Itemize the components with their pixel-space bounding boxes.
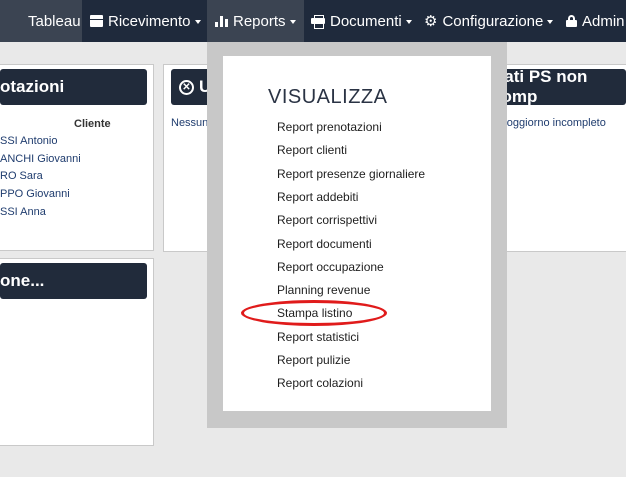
- nav-reports-label: Reports: [233, 12, 286, 30]
- menu-item-report-prenotazioni[interactable]: Report prenotazioni: [277, 120, 382, 134]
- cliente-row[interactable]: ANCHI Giovanni: [0, 153, 81, 165]
- chevron-down-icon: [405, 20, 412, 24]
- lock-icon: [566, 15, 577, 27]
- chevron-down-icon: [547, 20, 554, 24]
- menu-item-report-colazioni[interactable]: Report colazioni: [277, 376, 363, 390]
- nav-admin-label: Admin: [582, 12, 625, 30]
- bar-chart-icon: [215, 15, 228, 27]
- nav-documenti[interactable]: Documenti: [311, 0, 412, 42]
- panel-lower-header: one...: [0, 263, 147, 299]
- nav-ricevimento[interactable]: Ricevimento: [90, 0, 201, 42]
- chevron-down-icon: [194, 20, 201, 24]
- panel-dati-ps-title: Dati PS non comp: [492, 67, 588, 106]
- menu-item-report-corrispettivi[interactable]: Report corrispettivi: [277, 213, 377, 227]
- menu-item-report-pulizie[interactable]: Report pulizie: [277, 353, 350, 367]
- cliente-row[interactable]: PPO Giovanni: [0, 188, 70, 200]
- nav-configurazione[interactable]: ⚙ Configurazione: [424, 0, 554, 42]
- menu-item-report-occupazione[interactable]: Report occupazione: [277, 260, 384, 274]
- briefcase-icon: [90, 15, 103, 27]
- panel-lower-title: one...: [0, 271, 45, 290]
- menu-item-report-documenti[interactable]: Report documenti: [277, 237, 372, 251]
- reports-dropdown-menu: [223, 56, 491, 411]
- dropdown-section-title: VISUALIZZA: [268, 86, 388, 108]
- nav-tableau[interactable]: Tableau: [0, 0, 82, 42]
- chevron-down-icon: [289, 20, 296, 24]
- panel-prenotazioni-title: otazioni: [0, 77, 65, 96]
- nav-configurazione-label: Configurazione: [442, 12, 544, 30]
- nav-admin[interactable]: Admin: [566, 0, 625, 42]
- panel-prenotazioni-header: otazioni: [0, 69, 147, 105]
- nav-tableau-label: Tableau: [28, 12, 81, 30]
- cliente-column-header: Cliente: [74, 118, 111, 130]
- cliente-row[interactable]: SSI Antonio: [0, 135, 58, 147]
- menu-item-report-statistici[interactable]: Report statistici: [277, 330, 359, 344]
- cliente-row[interactable]: SSI Anna: [0, 206, 46, 218]
- close-circle-icon: ✕: [179, 79, 194, 95]
- gear-icon: ⚙: [424, 12, 438, 30]
- top-navbar: Tableau Ricevimento Reports Documenti ⚙ …: [0, 0, 626, 42]
- cliente-row[interactable]: RO Sara: [0, 170, 43, 182]
- menu-item-planning-revenue[interactable]: Planning revenue: [277, 283, 370, 297]
- nav-reports[interactable]: Reports: [207, 0, 304, 42]
- highlight-ring: [241, 300, 387, 326]
- menu-item-report-presenze-giornaliere[interactable]: Report presenze giornaliere: [277, 167, 425, 181]
- menu-item-report-addebiti[interactable]: Report addebiti: [277, 190, 358, 204]
- printer-icon: [311, 15, 325, 29]
- nav-documenti-label: Documenti: [330, 12, 402, 30]
- menu-item-report-clienti[interactable]: Report clienti: [277, 143, 347, 157]
- nav-ricevimento-label: Ricevimento: [108, 12, 191, 30]
